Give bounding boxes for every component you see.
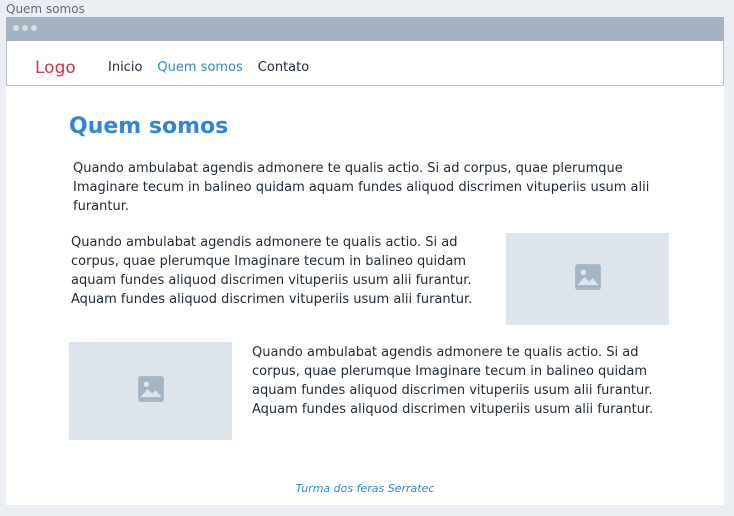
nav-link-inicio[interactable]: Inicio [108,60,142,76]
logo[interactable]: Logo [35,58,76,78]
nav-links: Inicio Quem somos Contato [108,60,309,76]
window-dot-icon[interactable] [31,25,37,31]
window-dot-icon[interactable] [13,25,19,31]
nav-link-contato[interactable]: Contato [258,60,309,76]
image-placeholder-icon [137,375,165,407]
window-titlebar [6,17,724,41]
page-title: Quem somos [69,114,229,139]
section-paragraph-1: Quando ambulabat agendis admonere te qua… [71,235,473,307]
frame-title: Quem somos [6,2,85,16]
browser-window: Logo Inicio Quem somos Contato Quem somo… [6,17,724,505]
navbar: Logo Inicio Quem somos Contato [6,41,724,86]
image-placeholder-1 [506,233,669,325]
nav-link-quem-somos[interactable]: Quem somos [157,60,242,76]
footer-text: Turma dos feras Serratec [295,482,435,495]
window-dot-icon[interactable] [22,25,28,31]
section-paragraph-2: Quando ambulabat agendis admonere te qua… [252,345,654,417]
image-placeholder-2 [69,342,232,440]
window-controls [13,25,37,31]
intro-paragraph: Quando ambulabat agendis admonere te qua… [73,161,650,214]
image-placeholder-icon [574,263,602,295]
